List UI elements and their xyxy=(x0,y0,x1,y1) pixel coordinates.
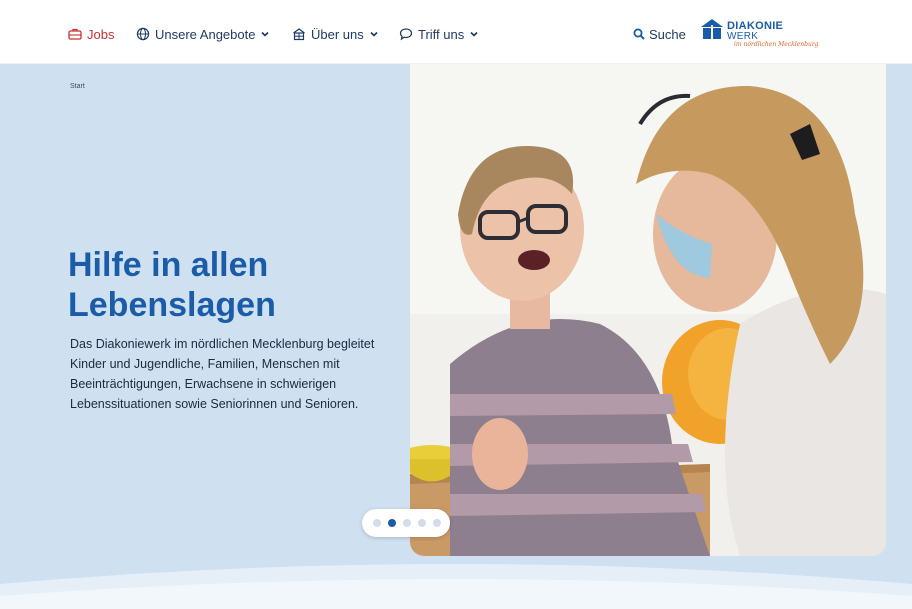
nav-item-label: Über uns xyxy=(311,26,364,42)
search-label: Suche xyxy=(649,26,686,42)
slider-dot-5[interactable] xyxy=(433,519,441,527)
chat-bubble-icon xyxy=(399,28,413,41)
chevron-down-icon xyxy=(370,31,378,37)
chevron-down-icon xyxy=(261,31,270,37)
site-header: Jobs Unsere Angebote Über uns Triff uns … xyxy=(0,0,912,64)
slider-dot-1[interactable] xyxy=(373,519,381,527)
page-title: Hilfe in allen Lebenslagen xyxy=(68,245,398,325)
diakoniewerk-logo[interactable]: DIAKONIE WERK im nördlichen Mecklenburg xyxy=(700,16,819,50)
building-icon xyxy=(293,28,305,41)
nav-item-unsere-angebote[interactable]: Unsere Angebote xyxy=(136,22,270,46)
breadcrumb[interactable]: Start xyxy=(70,83,85,90)
nav-item-label: Jobs xyxy=(87,26,115,42)
hero-image xyxy=(410,64,886,556)
nav-item-jobs[interactable]: Jobs xyxy=(68,22,114,46)
page-title-line-1: Hilfe in allen xyxy=(68,246,269,284)
slider-dot-3[interactable] xyxy=(403,519,411,527)
search-button[interactable]: Suche xyxy=(633,22,686,46)
logo-mark-icon xyxy=(701,19,723,39)
decorative-wave xyxy=(0,564,912,609)
search-icon xyxy=(633,28,645,40)
slider-dot-4[interactable] xyxy=(418,519,426,527)
nav-item-ueber-uns[interactable]: Über uns xyxy=(292,22,379,46)
logo-tagline: im nördlichen Mecklenburg xyxy=(734,41,819,48)
slider-pagination xyxy=(362,509,450,537)
page-title-line-2: Lebenslagen xyxy=(68,286,276,324)
globe-icon xyxy=(136,27,150,41)
nav-item-label: Unsere Angebote xyxy=(155,26,256,42)
intro-text: Das Diakoniewerk im nördlichen Mecklenbu… xyxy=(70,337,375,411)
nav-item-triff-uns[interactable]: Triff uns xyxy=(399,22,479,46)
nav-item-label: Triff uns xyxy=(418,26,465,42)
chevron-down-icon xyxy=(470,31,478,37)
hero-photo-illustration xyxy=(410,64,886,556)
briefcase-icon xyxy=(68,28,82,40)
slider-dot-2[interactable] xyxy=(388,519,396,527)
hero-section: Start Hilfe in allen Lebenslagen Das Dia… xyxy=(0,64,912,609)
